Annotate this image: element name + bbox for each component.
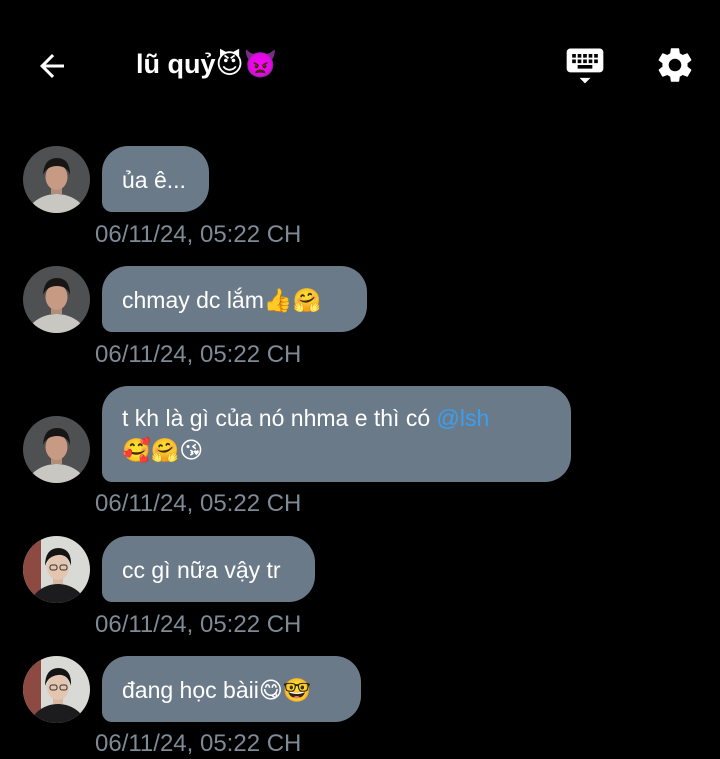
keyboard-button[interactable] bbox=[560, 42, 610, 88]
message-text: cc gì nữa vậy tr bbox=[122, 557, 281, 583]
avatar[interactable] bbox=[23, 266, 90, 333]
message-bubble[interactable]: ủa ê... bbox=[102, 146, 209, 212]
settings-button[interactable] bbox=[650, 40, 700, 90]
message-bubble[interactable]: cc gì nữa vậy tr bbox=[102, 536, 315, 602]
chat-title: lũ quỷ😈👿 bbox=[136, 49, 278, 79]
app-header: lũ quỷ😈👿 bbox=[0, 0, 720, 130]
avatar[interactable] bbox=[23, 656, 90, 723]
message-text: đang học bàii😋🤓 bbox=[122, 677, 312, 703]
gear-icon bbox=[658, 48, 692, 82]
message-timestamp: 06/11/24, 05:22 CH bbox=[95, 730, 302, 757]
avatar[interactable] bbox=[23, 146, 90, 213]
avatar[interactable] bbox=[23, 536, 90, 603]
message-emoji: 🥰🤗😘 bbox=[122, 437, 204, 463]
message-text: t kh là gì của nó nhma e thì có bbox=[122, 405, 437, 431]
message-text: chmay dc lắm👍🤗 bbox=[122, 287, 322, 313]
keyboard-icon bbox=[566, 48, 604, 84]
arrow-left-icon bbox=[40, 54, 64, 78]
message-timestamp: 06/11/24, 05:22 CH bbox=[95, 221, 302, 248]
message-bubble[interactable]: t kh là gì của nó nhma e thì có @lsh 🥰🤗😘 bbox=[102, 386, 571, 482]
avatar[interactable] bbox=[23, 416, 90, 483]
user-mention[interactable]: @lsh bbox=[437, 405, 490, 431]
message-timestamp: 06/11/24, 05:22 CH bbox=[95, 490, 302, 517]
message-timestamp: 06/11/24, 05:22 CH bbox=[95, 611, 302, 638]
message-text: ủa ê... bbox=[122, 167, 186, 193]
message-bubble[interactable]: đang học bàii😋🤓 bbox=[102, 656, 361, 722]
message-timestamp: 06/11/24, 05:22 CH bbox=[95, 341, 302, 368]
message-bubble[interactable]: chmay dc lắm👍🤗 bbox=[102, 266, 367, 332]
back-button[interactable] bbox=[30, 44, 74, 88]
